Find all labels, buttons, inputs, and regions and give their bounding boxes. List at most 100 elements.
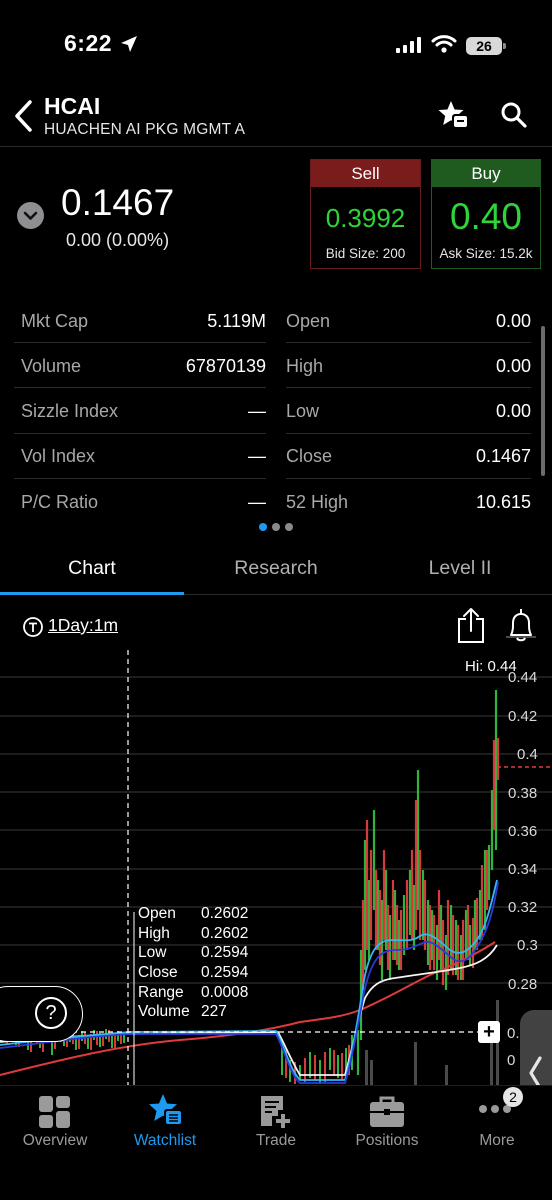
y-label: 0.4 (517, 746, 538, 763)
row-divider (14, 478, 266, 479)
stat-label-52-high: 52 High (286, 492, 349, 512)
tooltip-value-range: 0.0008 (201, 984, 249, 1001)
more-badge: 2 (503, 1087, 523, 1107)
bottom-nav: Overview Watchlist Trade Positions 2 Mor… (0, 1085, 552, 1200)
overview-grid-icon (39, 1096, 70, 1128)
stat-value-volume: 67870139 (185, 356, 266, 376)
stat-label-vol-index: Vol Index (21, 446, 96, 466)
stat-value-low: 0.00 (495, 401, 531, 421)
header-divider (0, 146, 552, 147)
y-label: 0.36 (508, 823, 538, 840)
sell-button[interactable]: Sell 0.3992 Bid Size: 200 (310, 159, 421, 269)
tab-research[interactable]: Research (184, 557, 368, 580)
wifi-icon (431, 35, 457, 53)
nav-label-trade: Trade (256, 1132, 296, 1149)
stat-value-mkt-cap: 5.119M (207, 311, 266, 331)
tabs-divider (184, 594, 552, 595)
status-time: 6:22 (64, 30, 113, 56)
share-icon[interactable] (456, 607, 486, 645)
page-indicator[interactable] (259, 523, 295, 531)
row-divider (14, 433, 266, 434)
y-label: 0.28 (508, 976, 538, 993)
crosshair-tooltip: Open 0.2602 High 0.2602 Low 0.2594 Close… (138, 905, 268, 1023)
y-label: 0 (507, 1052, 516, 1069)
ask-price: 0.40 (449, 196, 522, 237)
tooltip-label-high: High (138, 925, 170, 942)
tooltip-value-close: 0.2594 (201, 964, 249, 981)
add-to-watchlist-icon[interactable] (437, 99, 471, 131)
y-label: 0.42 (508, 708, 538, 725)
page-dot[interactable] (272, 523, 280, 531)
nav-item-overview[interactable]: Overview (0, 1086, 110, 1186)
stat-label-low: Low (286, 401, 320, 421)
stat-value-pc-ratio: — (248, 492, 266, 512)
ask-size: Ask Size: 15.2k (439, 246, 533, 261)
row-divider (286, 478, 531, 479)
row-divider (14, 342, 266, 343)
tooltip-value-low: 0.2594 (201, 944, 249, 961)
stat-label-open: Open (286, 311, 331, 331)
tab-chart[interactable]: Chart (0, 557, 184, 580)
stat-value-52-high: 10.615 (475, 492, 531, 512)
row-divider (286, 433, 531, 434)
tab-active-indicator (0, 592, 184, 595)
watchlist-star-icon (149, 1094, 183, 1126)
nav-item-positions[interactable]: Positions (332, 1086, 442, 1186)
stat-label-mkt-cap: Mkt Cap (21, 311, 89, 331)
location-arrow-icon (121, 36, 137, 52)
price-chart[interactable] (0, 650, 552, 1085)
price-change: 0.00 (0.00%) (66, 230, 170, 250)
stat-value-high: 0.00 (495, 356, 531, 376)
y-label: 0. (507, 1025, 520, 1042)
price-alert-bell-icon[interactable] (505, 607, 537, 645)
row-divider (14, 387, 266, 388)
y-label: 0.44 (508, 669, 538, 686)
tab-level-ii[interactable]: Level II (368, 557, 552, 580)
briefcase-icon (370, 1096, 404, 1127)
y-label: 0.38 (508, 785, 538, 802)
crosshair-add-button[interactable]: + (478, 1021, 500, 1043)
stats-scrollbar[interactable] (541, 326, 545, 476)
last-price: 0.1467 (61, 182, 175, 223)
nav-item-trade[interactable]: Trade (220, 1086, 332, 1186)
stat-value-vol-index: — (248, 446, 266, 466)
nav-label-overview: Overview (22, 1132, 88, 1149)
ticker-symbol: HCAI (44, 93, 101, 119)
buy-label: Buy (432, 160, 540, 187)
y-label: 0.32 (508, 899, 538, 916)
stat-label-pc-ratio: P/C Ratio (21, 492, 99, 512)
back-chevron-icon[interactable] (12, 99, 34, 133)
tooltip-value-open: 0.2602 (201, 905, 249, 922)
stat-label-sizzle-index: Sizzle Index (21, 401, 119, 421)
tooltip-label-volume: Volume (138, 1003, 190, 1020)
cellular-signal-icon (396, 37, 421, 53)
chevron-down-icon (23, 211, 38, 220)
company-name: HUACHEN AI PKG MGMT A (44, 121, 246, 138)
y-label: 0.34 (508, 861, 538, 878)
tooltip-label-open: Open (138, 905, 176, 922)
stat-label-high: High (286, 356, 324, 376)
nav-item-more[interactable]: 2 More (442, 1086, 552, 1186)
nav-item-watchlist[interactable]: Watchlist (110, 1086, 220, 1186)
stat-value-sizzle-index: — (248, 401, 266, 421)
tooltip-value-high: 0.2602 (201, 925, 249, 942)
time-interval-icon[interactable] (22, 616, 44, 638)
battery-tip (503, 43, 506, 49)
search-icon[interactable] (500, 101, 528, 129)
row-divider (286, 387, 531, 388)
stat-value-open: 0.00 (495, 311, 531, 331)
help-pill[interactable]: ? (0, 986, 83, 1042)
expand-quote-button[interactable] (17, 202, 44, 229)
trade-ticket-icon (261, 1096, 290, 1128)
sell-label: Sell (311, 160, 420, 187)
page-dot-active[interactable] (259, 523, 267, 531)
stats-panel[interactable]: Mkt Cap 5.119M Open 0.00 Volume 67870139… (0, 296, 552, 530)
y-label: 0.3 (517, 937, 538, 954)
stat-label-close: Close (286, 446, 333, 466)
interval-selector[interactable]: 1Day:1m (48, 615, 118, 636)
buy-button[interactable]: Buy 0.40 Ask Size: 15.2k (431, 159, 541, 269)
bid-price: 0.3992 (325, 203, 406, 233)
help-icon[interactable]: ? (35, 997, 67, 1029)
page-dot[interactable] (285, 523, 293, 531)
nav-label-positions: Positions (355, 1132, 419, 1149)
